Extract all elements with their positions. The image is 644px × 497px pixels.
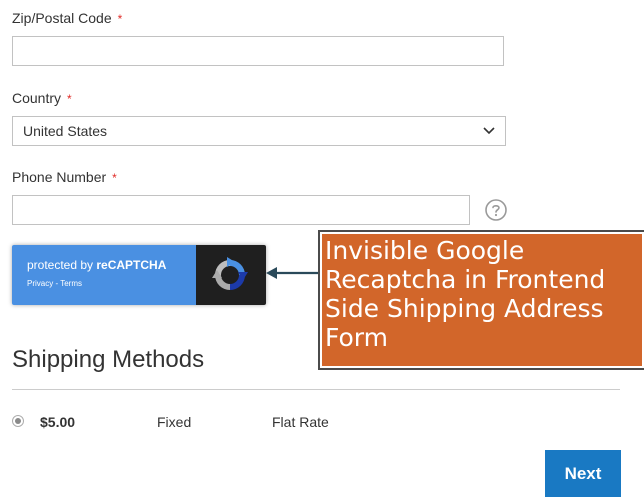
shipping-price: $5.00 (40, 414, 76, 430)
country-select[interactable]: United States (12, 116, 506, 146)
recaptcha-logo-panel (196, 245, 266, 305)
recaptcha-badge[interactable]: protected by reCAPTCHA Privacy - Terms (12, 245, 266, 305)
recaptcha-links: Privacy - Terms (27, 279, 196, 288)
phone-input[interactable] (12, 195, 470, 225)
arrow-left-icon (266, 267, 322, 279)
recaptcha-terms-link[interactable]: Terms (60, 279, 82, 288)
radio-selected-icon[interactable] (12, 415, 24, 427)
zip-label: Zip/Postal Code * (12, 10, 122, 26)
help-icon[interactable] (484, 198, 508, 222)
phone-label-text: Phone Number (12, 169, 107, 185)
recaptcha-protected-by: protected by (27, 258, 97, 272)
chevron-down-icon (483, 127, 495, 135)
checkout-page: Zip/Postal Code * Country * United States … (0, 0, 644, 497)
required-marker: * (67, 92, 72, 106)
shipping-method-title: Flat Rate (272, 414, 329, 430)
country-label: Country * (12, 90, 72, 106)
radio-dot (15, 418, 21, 424)
shipping-method-row[interactable]: $5.00 Fixed Flat Rate (0, 413, 620, 433)
shipping-methods-title: Shipping Methods (12, 346, 205, 373)
recaptcha-privacy-link[interactable]: Privacy (27, 279, 53, 288)
recaptcha-info: protected by reCAPTCHA Privacy - Terms (12, 245, 196, 305)
zip-label-text: Zip/Postal Code (12, 10, 112, 26)
recaptcha-protected-text: protected by reCAPTCHA (27, 258, 196, 272)
zip-input[interactable] (12, 36, 504, 66)
required-marker: * (117, 12, 123, 26)
section-divider (12, 389, 620, 390)
required-marker: * (112, 171, 117, 185)
recaptcha-brand: reCAPTCHA (96, 258, 167, 272)
country-label-text: Country (12, 90, 62, 106)
next-button[interactable]: Next (545, 450, 621, 497)
phone-label: Phone Number * (12, 169, 117, 185)
country-selected-value: United States (23, 123, 108, 139)
shipping-carrier: Fixed (157, 414, 192, 430)
annotation-callout: Invisible Google Recaptcha in Frontend S… (318, 230, 644, 370)
recaptcha-logo-icon (212, 257, 248, 290)
